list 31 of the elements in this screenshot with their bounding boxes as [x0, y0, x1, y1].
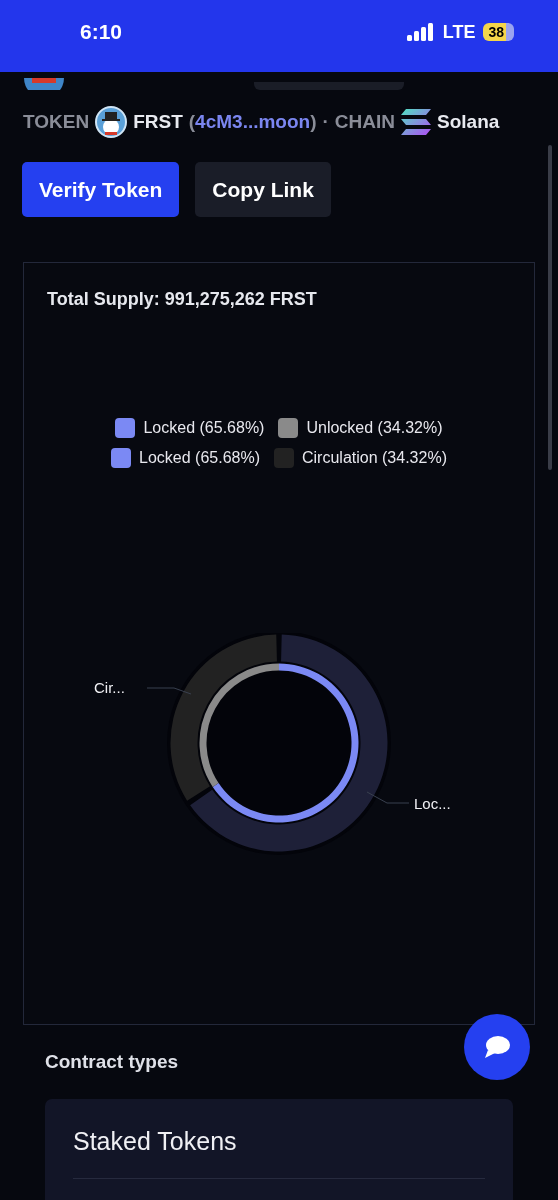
separator-dot: ·: [322, 111, 329, 133]
legend-label: Locked (65.68%): [139, 449, 260, 467]
network-label: LTE: [442, 21, 476, 43]
snowman-avatar-icon: [95, 106, 128, 138]
legend-label: Unlocked (34.32%): [306, 419, 443, 437]
chain-logo-icon: [401, 109, 431, 135]
signal-icon: [406, 23, 435, 41]
paren: ): [310, 111, 317, 133]
chat-icon: [483, 1034, 511, 1060]
verify-button[interactable]: Verify Token: [22, 162, 180, 217]
section-title: Contract types: [45, 1051, 180, 1073]
token-avatar: [24, 78, 64, 90]
chain-name: Solana: [437, 111, 500, 133]
status-time: 6:10: [80, 20, 124, 44]
data-label: Cir...: [94, 679, 125, 696]
scrollbar[interactable]: [548, 145, 552, 470]
leader-line: [146, 687, 192, 695]
legend-label: Locked (65.68%): [143, 419, 265, 437]
contract-card[interactable]: Staked Tokens: [45, 1099, 513, 1200]
leader-line: [366, 791, 410, 804]
chain-label: CHAIN: [334, 111, 395, 133]
legend-label: Circulation (34.32%): [302, 449, 447, 467]
copy-button[interactable]: Copy Link: [195, 162, 331, 217]
data-label: Loc...: [414, 795, 451, 812]
battery-indicator: 38: [483, 23, 514, 41]
supply-title: Total Supply: 991,275,262 FRST: [47, 289, 318, 310]
token-label: TOKEN: [23, 111, 90, 133]
contract-title: Staked Tokens: [73, 1127, 485, 1179]
token-symbol: FRST: [133, 111, 183, 133]
paren: (: [188, 111, 196, 133]
address-link[interactable]: 4cM3...moon: [195, 111, 311, 133]
